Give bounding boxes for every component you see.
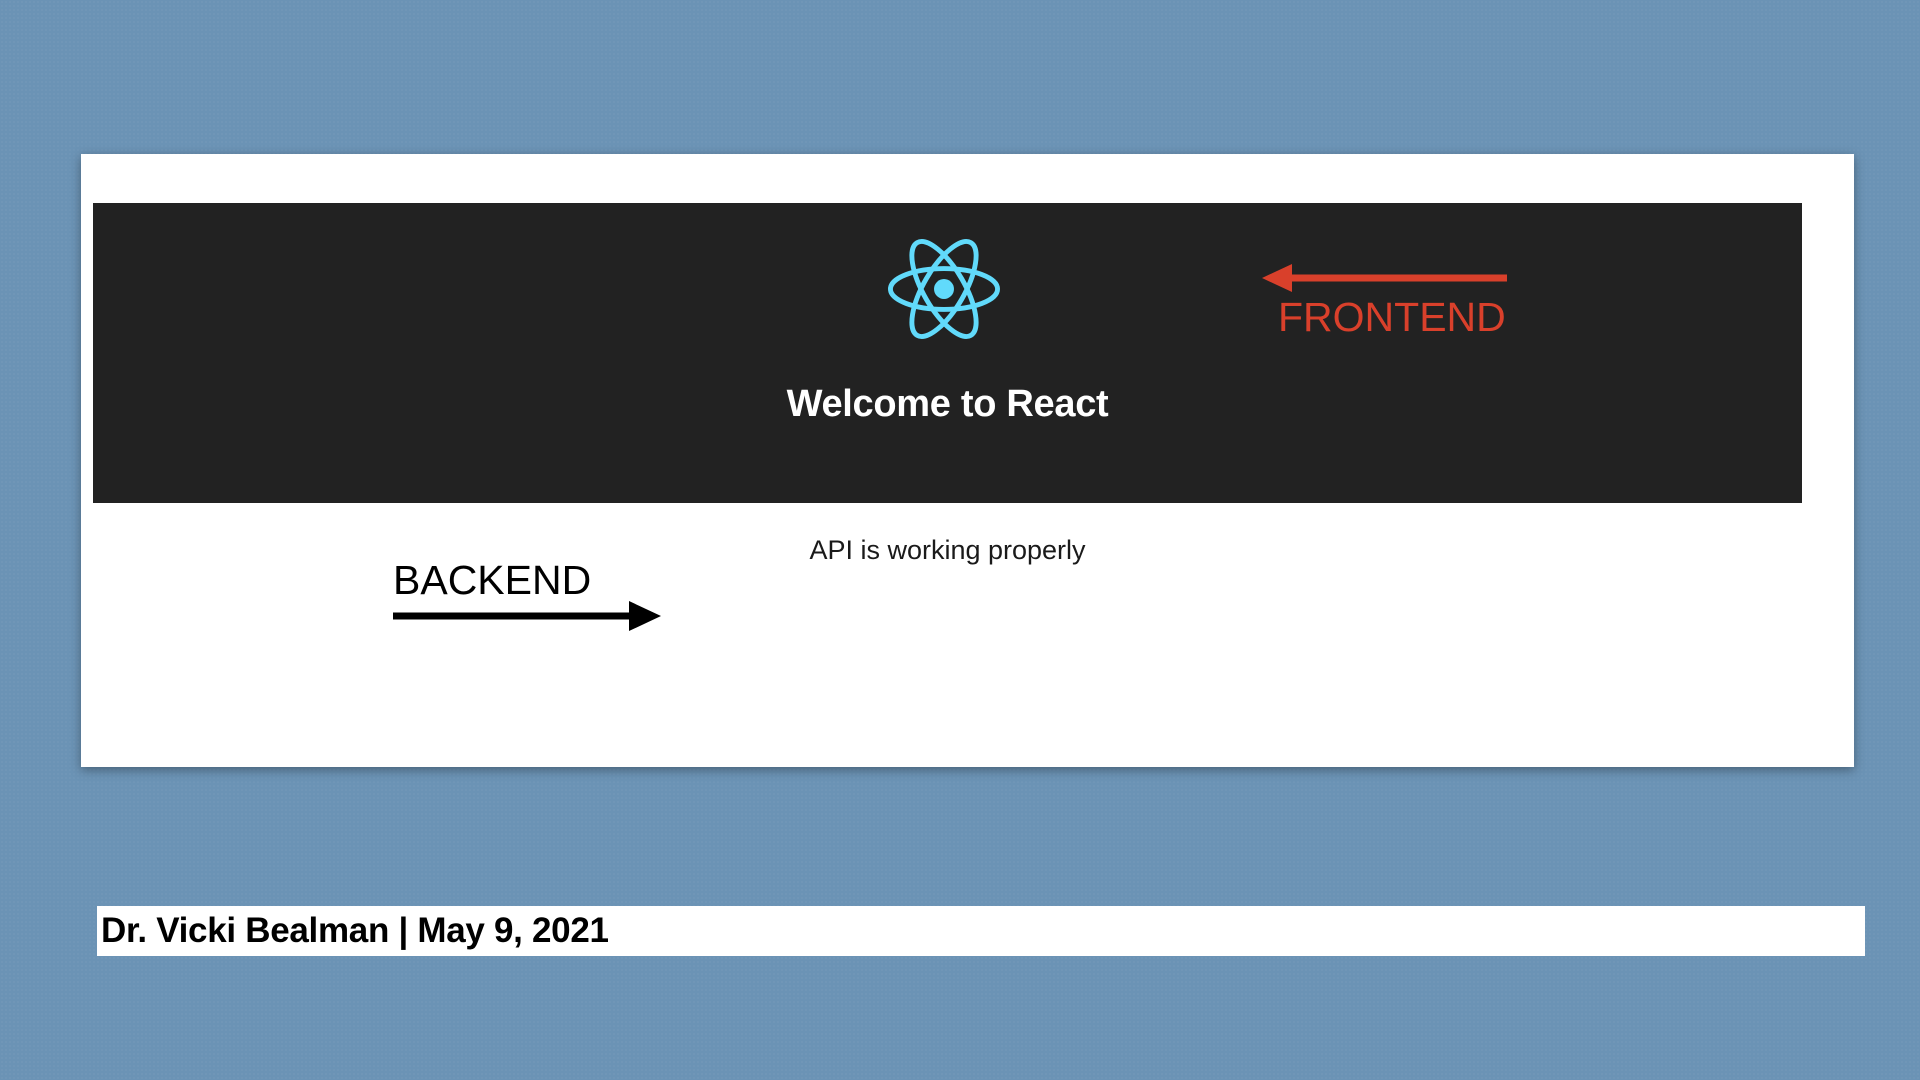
app-header: Welcome to React	[93, 203, 1802, 503]
right-arrow-icon	[393, 601, 661, 631]
app-screenshot: Welcome to React API is working properly	[81, 154, 1854, 767]
app-title: Welcome to React	[786, 383, 1109, 425]
react-atom-icon	[888, 233, 1000, 345]
api-status-message: API is working properly	[809, 535, 1086, 565]
backend-label: BACKEND	[393, 557, 592, 603]
backend-annotation: BACKEND	[393, 557, 673, 631]
left-arrow-icon	[1262, 264, 1507, 292]
footer-bar: Dr. Vicki Bealman | May 9, 2021	[97, 906, 1865, 956]
frontend-label: FRONTEND	[1278, 294, 1506, 340]
frontend-annotation: FRONTEND	[1262, 259, 1522, 349]
footer-author-date: Dr. Vicki Bealman | May 9, 2021	[101, 911, 609, 950]
